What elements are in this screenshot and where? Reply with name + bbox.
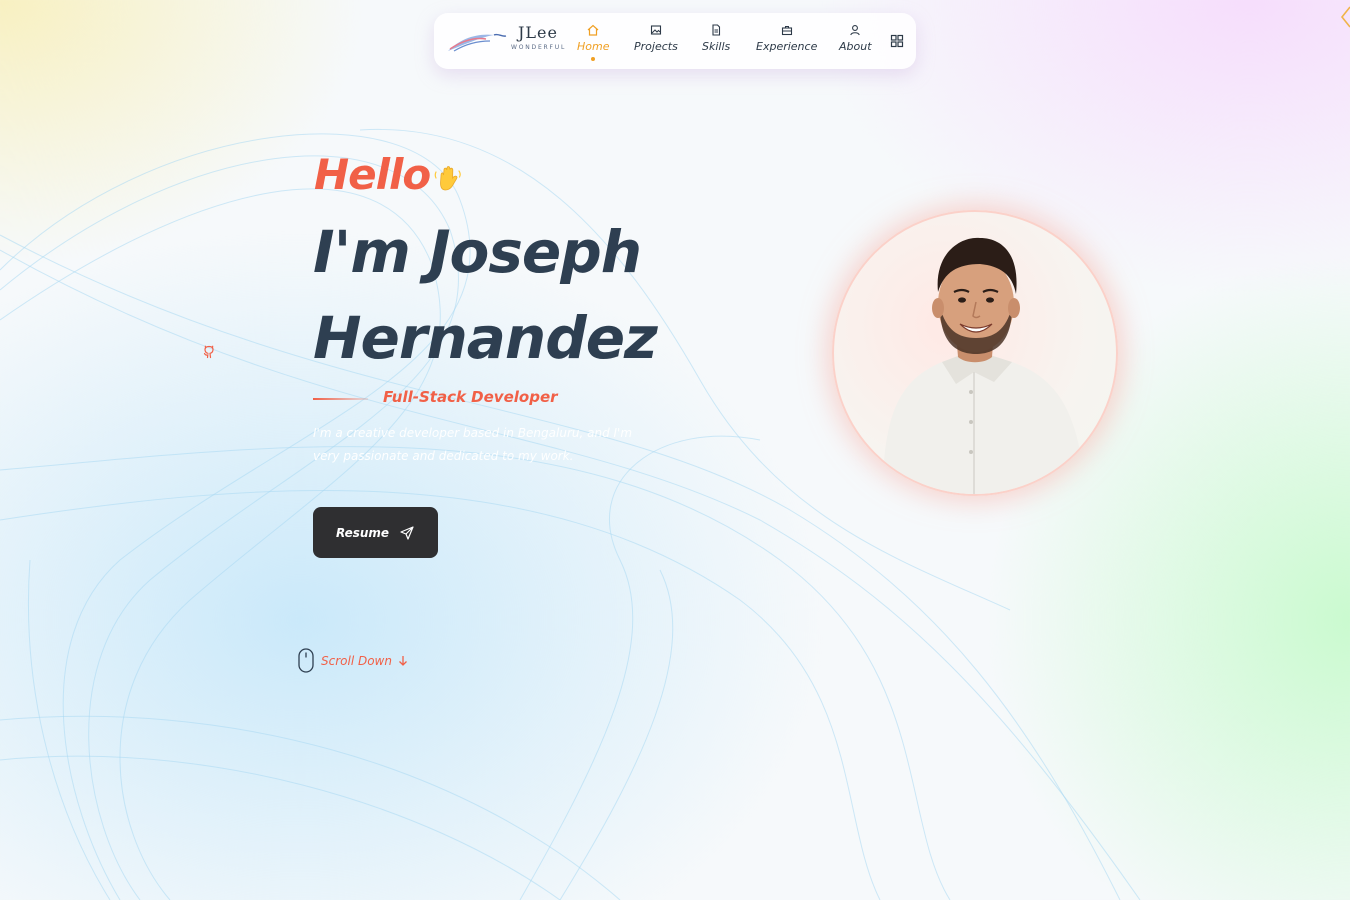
user-icon <box>850 25 861 36</box>
hero-name-line-1: I'm Joseph <box>313 218 642 286</box>
arrow-down-icon <box>399 655 407 666</box>
nav-item-label: Skills <box>702 40 731 53</box>
active-indicator-dot <box>591 57 596 61</box>
theme-toggle-icon[interactable] <box>1338 6 1350 28</box>
nav-item-label: About <box>839 40 872 53</box>
scroll-down-label: Scroll Down <box>321 653 392 668</box>
home-icon <box>587 24 599 36</box>
logo-title: JLee <box>518 23 558 42</box>
scroll-down-link[interactable]: Scroll Down <box>298 648 408 673</box>
logo-feather-icon <box>448 33 507 52</box>
briefcase-icon <box>781 26 792 36</box>
profile-person-illustration <box>882 237 1086 494</box>
document-icon <box>712 24 721 36</box>
hero-role: Full-Stack Developer <box>383 388 558 406</box>
nav-item-experience[interactable]: Experience <box>756 23 817 53</box>
nav-item-about[interactable]: About <box>839 23 872 53</box>
hero-greeting: Hello <box>314 150 431 199</box>
top-navigation-bar: JLee WONDERFUL Home Projects Skills Expe… <box>434 13 916 69</box>
hero-name-line-2: Hernandez <box>313 304 658 372</box>
resume-button-label: Resume <box>335 525 390 540</box>
profile-photo <box>832 210 1118 496</box>
role-divider <box>313 398 368 400</box>
logo-subtitle: WONDERFUL <box>511 44 567 51</box>
nav-item-home[interactable]: Home <box>577 23 609 61</box>
nav-item-label: Experience <box>756 40 818 53</box>
resume-button[interactable]: Resume <box>313 507 438 558</box>
send-icon <box>400 525 414 540</box>
nav-item-projects[interactable]: Projects <box>634 23 678 53</box>
mouse-icon <box>298 648 314 673</box>
site-logo[interactable]: JLee WONDERFUL <box>446 23 564 59</box>
background-wave-decoration <box>0 128 1141 900</box>
github-icon[interactable] <box>200 343 218 361</box>
image-icon <box>650 25 661 35</box>
grid-menu-icon[interactable] <box>890 34 904 48</box>
nav-item-label: Projects <box>634 40 678 53</box>
nav-item-skills[interactable]: Skills <box>702 23 730 53</box>
waving-hand-icon <box>434 166 461 191</box>
nav-item-label: Home <box>577 40 610 53</box>
hero-description: I'm a creative developer based in Bengal… <box>313 426 633 463</box>
